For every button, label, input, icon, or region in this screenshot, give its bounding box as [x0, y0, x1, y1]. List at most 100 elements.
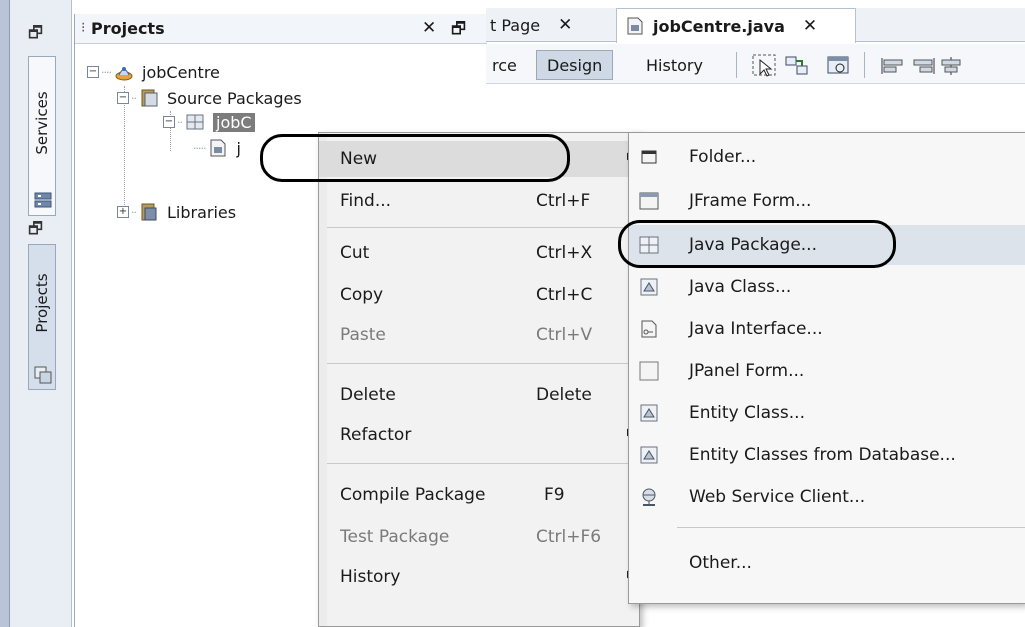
menu-item-copy[interactable]: Copy Ctrl+C: [319, 277, 639, 313]
side-bar: 🗗 Services 🗗 Projects: [10, 0, 72, 627]
services-tab[interactable]: Services: [28, 56, 56, 216]
jframe-icon: [639, 192, 659, 210]
services-tab-label: Services: [33, 91, 51, 155]
tree-node-libraries[interactable]: + ·· Libraries: [117, 200, 236, 224]
submenu-item-jpanel-form[interactable]: JPanel Form...: [629, 351, 1025, 391]
menu-item-refactor[interactable]: Refactor ▶: [319, 417, 639, 453]
source-packages-label: Source Packages: [167, 88, 302, 108]
close-icon[interactable]: ✕: [422, 18, 436, 38]
collapse-icon[interactable]: −: [87, 66, 99, 78]
history-button[interactable]: History: [636, 50, 713, 80]
menu-item-label: Paste: [340, 325, 386, 345]
menu-item-label: Compile Package: [340, 485, 486, 505]
submenu-item-entity-class[interactable]: Entity Class...: [629, 393, 1025, 433]
align-right-icon[interactable]: [910, 56, 936, 76]
menu-item-find[interactable]: Find... Ctrl+F: [319, 183, 639, 219]
submenu-item-label: Java Package...: [689, 235, 817, 255]
tree-node-package[interactable]: − ·· jobC: [163, 110, 255, 134]
interface-icon: [641, 320, 657, 338]
menu-item-test-package[interactable]: Test Package Ctrl+F6: [319, 519, 639, 555]
submenu-item-other[interactable]: Other...: [629, 543, 1025, 583]
close-icon[interactable]: ✕: [558, 15, 572, 35]
java-file-label: j: [236, 138, 241, 158]
collapse-icon[interactable]: −: [117, 92, 129, 104]
tree-dots: ·····: [193, 141, 207, 155]
submenu-item-label: Java Interface...: [689, 319, 823, 339]
tree-dots: ····: [101, 65, 112, 79]
drag-grip-icon[interactable]: ⁝: [81, 20, 85, 36]
menu-item-label: Delete: [340, 385, 396, 405]
submenu-item-label: Entity Classes from Database...: [689, 445, 956, 465]
folder-icon: [641, 150, 657, 164]
expand-icon[interactable]: +: [117, 206, 129, 218]
menu-item-label: New: [340, 149, 378, 169]
submenu-item-java-class[interactable]: Java Class...: [629, 267, 1025, 307]
services-icon: [34, 192, 52, 208]
window-edge: [0, 0, 10, 627]
menu-item-shortcut: Ctrl+X: [536, 243, 593, 263]
menu-item-label: Refactor: [340, 425, 412, 445]
submenu-item-java-interface[interactable]: Java Interface...: [629, 309, 1025, 349]
submenu-item-web-service-client[interactable]: Web Service Client...: [629, 477, 1025, 517]
menu-item-label: Copy: [340, 285, 384, 305]
web-service-icon: [642, 488, 656, 506]
submenu-item-java-package[interactable]: Java Package...: [629, 225, 1025, 265]
menu-item-shortcut: Ctrl+V: [536, 325, 593, 345]
new-submenu: Folder... JFrame Form... Java Package...…: [628, 132, 1025, 604]
projects-tab[interactable]: Projects: [28, 244, 56, 390]
tree-node-java-file[interactable]: ····· j: [193, 136, 241, 160]
history-label: History: [646, 55, 703, 75]
menu-item-label: Test Package: [340, 527, 450, 547]
tree-node-project[interactable]: − ···· jobCentre: [87, 60, 220, 84]
preview-design-icon[interactable]: [826, 54, 852, 78]
java-file-icon: [627, 17, 643, 35]
connection-mode-icon[interactable]: [784, 54, 810, 78]
editor-toolbar: rce Design History: [486, 44, 1025, 84]
context-menu: New ▶ Find... Ctrl+F Cut Ctrl+X Copy Ctr…: [318, 132, 640, 627]
design-label: Design: [547, 55, 603, 75]
source-packages-icon: [141, 89, 158, 107]
tree-dots: ··: [131, 205, 137, 219]
tree-node-source-packages[interactable]: − ·· Source Packages: [117, 86, 302, 110]
projects-title: Projects: [91, 19, 165, 38]
entity-db-icon: [640, 446, 658, 464]
collapse-icon[interactable]: −: [163, 116, 175, 128]
design-button[interactable]: Design: [536, 50, 614, 80]
package-icon: [639, 236, 659, 254]
restore-icon[interactable]: 🗗: [28, 22, 43, 49]
menu-item-new[interactable]: New ▶: [319, 141, 639, 177]
align-center-icon[interactable]: [938, 56, 964, 76]
selection-mode-icon[interactable]: [752, 54, 778, 78]
submenu-item-label: Java Class...: [689, 277, 792, 297]
projects-tab-label: Projects: [33, 273, 51, 333]
menu-item-paste[interactable]: Paste Ctrl+V: [319, 317, 639, 353]
source-button[interactable]: rce: [482, 50, 527, 80]
submenu-item-label: Entity Class...: [689, 403, 805, 423]
java-file-icon: [210, 139, 226, 157]
submenu-item-entity-classes-from-database[interactable]: Entity Classes from Database...: [629, 435, 1025, 475]
tab-jobcentre-java[interactable]: jobCentre.java ✕: [616, 8, 856, 43]
menu-item-shortcut: Delete: [536, 385, 592, 405]
align-left-icon[interactable]: [880, 56, 906, 76]
restore-icon[interactable]: 🗗: [28, 218, 43, 245]
menu-separator: [677, 527, 1025, 528]
toolbar-separator: [736, 52, 737, 78]
submenu-item-folder[interactable]: Folder...: [629, 137, 1025, 177]
tab-start-page[interactable]: t Page ✕: [488, 8, 572, 42]
toolbar-separator: [864, 52, 865, 78]
editor-tab-bar: t Page ✕ jobCentre.java ✕: [486, 8, 1025, 43]
source-label: rce: [492, 55, 517, 75]
menu-item-delete[interactable]: Delete Delete: [319, 377, 639, 413]
menu-item-cut[interactable]: Cut Ctrl+X: [319, 235, 639, 271]
tab-label: t Page: [490, 15, 541, 35]
tab-label: jobCentre.java: [653, 16, 785, 36]
restore-icon[interactable]: 🗗: [451, 18, 466, 45]
submenu-item-label: Folder...: [689, 147, 757, 167]
submenu-item-jframe-form[interactable]: JFrame Form...: [629, 181, 1025, 221]
menu-item-compile-package[interactable]: Compile Package F9: [319, 477, 639, 513]
package-icon: [186, 114, 204, 130]
close-icon[interactable]: ✕: [803, 16, 817, 36]
menu-item-history[interactable]: History ▶: [319, 559, 639, 595]
submenu-item-label: Web Service Client...: [689, 487, 866, 507]
submenu-item-label: JPanel Form...: [689, 361, 805, 381]
